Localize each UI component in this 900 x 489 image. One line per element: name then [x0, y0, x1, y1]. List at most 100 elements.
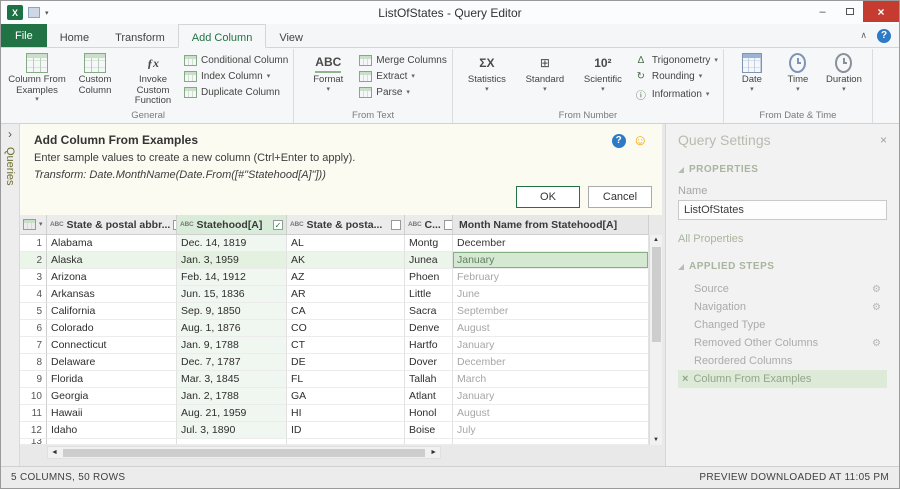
vertical-scroll-thumb[interactable]: [651, 247, 661, 342]
cell-state[interactable]: Arizona: [47, 269, 177, 286]
cell-statehood[interactable]: Aug. 21, 1959: [177, 405, 287, 422]
cell-month-preview[interactable]: July: [453, 422, 649, 439]
step-settings-gear-icon[interactable]: ⚙: [872, 338, 881, 349]
ribbon-button-duration[interactable]: Duration ▾: [821, 50, 867, 109]
examples-help-icon[interactable]: ?: [611, 133, 626, 148]
tab-home[interactable]: Home: [47, 24, 102, 47]
column-checkbox[interactable]: [443, 219, 452, 230]
cell-postal[interactable]: AR: [287, 286, 405, 303]
cell-capital[interactable]: Montg: [405, 235, 453, 252]
cell-state[interactable]: California: [47, 303, 177, 320]
table-corner-button[interactable]: ▾: [20, 215, 47, 234]
cell-state[interactable]: Georgia: [47, 388, 177, 405]
cell-state[interactable]: Idaho: [47, 422, 177, 439]
cell-state[interactable]: Alaska: [47, 252, 177, 269]
tab-add-column[interactable]: Add Column: [177, 24, 267, 48]
ribbon-button-trigonometry[interactable]: ∆ Trigonometry ▾: [634, 55, 718, 66]
scroll-up-icon[interactable]: ▲: [653, 235, 659, 245]
horizontal-scrollbar[interactable]: ◄ ►: [47, 446, 441, 459]
applied-step-reordered-columns[interactable]: Reordered Columns: [678, 352, 887, 370]
cell-month-preview[interactable]: December: [453, 235, 649, 252]
cell-statehood[interactable]: Jun. 15, 1836: [177, 286, 287, 303]
query-name-input[interactable]: [678, 200, 887, 220]
cell-state[interactable]: Connecticut: [47, 337, 177, 354]
cell-statehood[interactable]: Aug. 1, 1876: [177, 320, 287, 337]
cell-state[interactable]: Arkansas: [47, 286, 177, 303]
tab-file[interactable]: File: [1, 24, 47, 47]
cell-postal[interactable]: CA: [287, 303, 405, 320]
row-number[interactable]: 12: [20, 422, 47, 439]
cell-capital[interactable]: Denve: [405, 320, 453, 337]
ok-button[interactable]: OK: [516, 186, 580, 208]
column-header-c[interactable]: ABC C...: [405, 215, 453, 234]
ribbon-button-time[interactable]: Time ▾: [775, 50, 821, 109]
cell-statehood[interactable]: Mar. 3, 1845: [177, 371, 287, 388]
ribbon-button-date[interactable]: Date ▾: [729, 50, 775, 109]
help-icon[interactable]: ?: [877, 28, 891, 43]
cell-statehood[interactable]: Jul. 3, 1890: [177, 422, 287, 439]
close-button[interactable]: ×: [863, 1, 899, 22]
ribbon-button-merge-columns[interactable]: Merge Columns: [359, 55, 447, 66]
scroll-right-icon[interactable]: ►: [427, 448, 440, 458]
cell-capital[interactable]: Phoen: [405, 269, 453, 286]
properties-section-header[interactable]: PROPERTIES: [678, 164, 887, 175]
cell-month-preview[interactable]: June: [453, 286, 649, 303]
ribbon-button-column-from-examples[interactable]: Column From Examples ▾: [8, 50, 66, 109]
cell-postal[interactable]: ID: [287, 422, 405, 439]
cell-capital[interactable]: Dover: [405, 354, 453, 371]
delete-step-icon[interactable]: ×: [682, 373, 688, 385]
cell-capital[interactable]: Sacra: [405, 303, 453, 320]
row-number[interactable]: 11: [20, 405, 47, 422]
cell-postal[interactable]: AZ: [287, 269, 405, 286]
cell-statehood[interactable]: Jan. 9, 1788: [177, 337, 287, 354]
step-settings-gear-icon[interactable]: ⚙: [872, 302, 881, 313]
cancel-button[interactable]: Cancel: [588, 186, 652, 208]
step-settings-gear-icon[interactable]: ⚙: [872, 284, 881, 295]
ribbon-button-statistics[interactable]: ΣX Statistics ▾: [458, 50, 516, 109]
cell-statehood[interactable]: Jan. 2, 1788: [177, 388, 287, 405]
cell-postal[interactable]: DE: [287, 354, 405, 371]
ribbon-button-extract[interactable]: Extract ▾: [359, 71, 447, 82]
row-number[interactable]: 4: [20, 286, 47, 303]
column-checkbox[interactable]: [391, 219, 401, 230]
applied-step-column-from-examples[interactable]: × Column From Examples: [678, 370, 887, 388]
column-header-statehood-a[interactable]: ABC Statehood[A] ✓: [177, 215, 287, 234]
row-number[interactable]: 13: [20, 439, 47, 445]
row-number[interactable]: 2: [20, 252, 47, 269]
row-number[interactable]: 7: [20, 337, 47, 354]
cell-postal[interactable]: HI: [287, 405, 405, 422]
close-settings-icon[interactable]: ×: [880, 133, 887, 147]
cell-state[interactable]: Florida: [47, 371, 177, 388]
cell-state[interactable]: Delaware: [47, 354, 177, 371]
cell-statehood[interactable]: Sep. 9, 1850: [177, 303, 287, 320]
ribbon-button-invoke-custom-function[interactable]: ƒx Invoke Custom Function: [124, 50, 182, 109]
cell-statehood[interactable]: Feb. 14, 1912: [177, 269, 287, 286]
cell-statehood[interactable]: Dec. 7, 1787: [177, 354, 287, 371]
applied-step-removed-other-columns[interactable]: Removed Other Columns ⚙: [678, 334, 887, 352]
cell-month-preview[interactable]: August: [453, 405, 649, 422]
ribbon-button-index-column[interactable]: Index Column ▾: [184, 71, 288, 82]
ribbon-button-duplicate-column[interactable]: Duplicate Column: [184, 87, 288, 98]
all-properties-link[interactable]: All Properties: [678, 233, 887, 245]
cell-postal[interactable]: FL: [287, 371, 405, 388]
ribbon-button-parse[interactable]: Parse ▾: [359, 87, 447, 98]
cell-month-preview[interactable]: January: [453, 337, 649, 354]
cell-month-preview[interactable]: January: [453, 388, 649, 405]
ribbon-button-conditional-column[interactable]: Conditional Column: [184, 55, 288, 66]
column-header-state-posta[interactable]: ABC State & posta...: [287, 215, 405, 234]
queries-pane-collapsed[interactable]: › Queries: [1, 124, 20, 466]
cell-capital[interactable]: Hartfo: [405, 337, 453, 354]
ribbon-button-information[interactable]: ⓘ Information ▾: [634, 87, 718, 102]
cell-postal[interactable]: CO: [287, 320, 405, 337]
column-header-state-postal-abbr[interactable]: ABC State & postal abbr...: [47, 215, 177, 234]
cell-statehood[interactable]: Dec. 14, 1819: [177, 235, 287, 252]
ribbon-button-standard[interactable]: ⊞ Standard ▾: [516, 50, 574, 109]
ribbon-button-custom-column[interactable]: Custom Column: [66, 50, 124, 109]
row-number[interactable]: 8: [20, 354, 47, 371]
cell-month-preview[interactable]: August: [453, 320, 649, 337]
column-checkbox-checked[interactable]: ✓: [273, 219, 283, 230]
row-number[interactable]: 6: [20, 320, 47, 337]
expand-queries-icon[interactable]: ›: [8, 128, 12, 140]
horizontal-scroll-thumb[interactable]: [62, 448, 426, 457]
minimize-button[interactable]: –: [809, 1, 836, 22]
